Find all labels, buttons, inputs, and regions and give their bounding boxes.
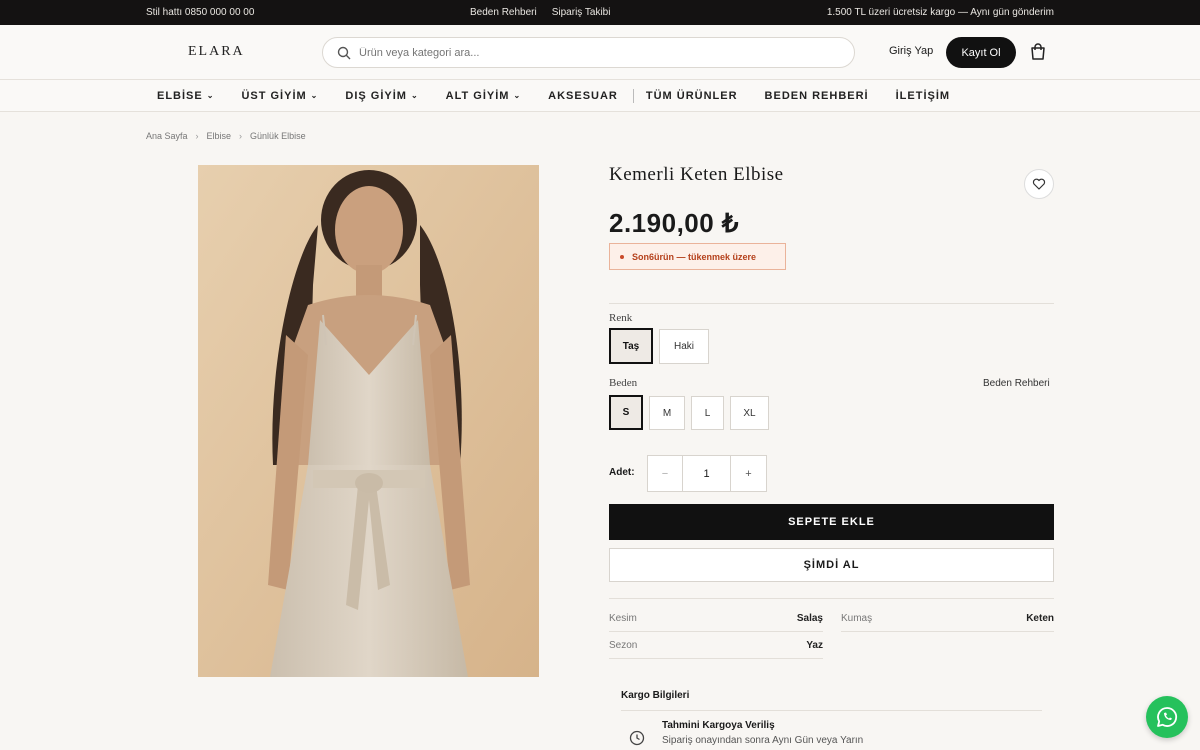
size-option-xl[interactable]: XL (730, 396, 769, 430)
size-option-s[interactable]: S (609, 395, 643, 430)
spec-row: Kesim Salaş (609, 606, 823, 632)
shipping-item-subtitle: Sipariş onayından sonra Aynı Gün veya Ya… (662, 735, 864, 746)
nav-item-tum-urunler[interactable]: TÜM ÜRÜNLER (646, 90, 738, 102)
heart-icon (1032, 178, 1046, 190)
whatsapp-icon (1157, 707, 1178, 727)
size-guide-link[interactable]: Beden Rehberi (983, 378, 1050, 389)
nav-label: AKSESUAR (548, 89, 618, 102)
logo[interactable]: ELARA (188, 44, 245, 60)
nav-item-iletisim[interactable]: İLETİŞİM (896, 90, 950, 102)
spec-value: Keten (1026, 613, 1054, 624)
divider (621, 710, 1042, 711)
size-option-l[interactable]: L (691, 396, 724, 430)
nav-item-aksesuar[interactable]: AKSESUAR (548, 90, 618, 102)
breadcrumb: Ana Sayfa › Elbise › Günlük Elbise (146, 131, 306, 141)
chevron-down-icon: ⌄ (310, 91, 319, 100)
color-label: Renk (609, 312, 633, 324)
quantity-label: Adet: (609, 467, 635, 478)
stock-suffix: ürün — tükenmek üzere (654, 251, 757, 262)
alert-dot-icon (620, 254, 624, 259)
product-title: Kemerli Keten Elbise (609, 164, 784, 185)
order-tracking-link[interactable]: Sipariş Takibi (552, 7, 611, 18)
stock-warning: Son 6 ürün — tükenmek üzere (609, 243, 786, 270)
nav-label: BEDEN REHBERİ (764, 89, 869, 102)
stock-prefix: Son (632, 251, 649, 262)
spec-value: Salaş (796, 613, 823, 624)
breadcrumb-category[interactable]: Elbise (207, 131, 232, 141)
spec-key: Kesim (609, 613, 637, 624)
chevron-down-icon: ⌄ (206, 91, 215, 100)
product-photo-illustration (198, 165, 539, 677)
nav-label: İLETİŞİM (895, 89, 951, 102)
divider (609, 598, 1054, 599)
quantity-increase-button[interactable]: + (731, 456, 766, 491)
main-nav: ELBİSE ⌄ ÜST GİYİM ⌄ DIŞ GİYİM ⌄ ALT GİYİM ⌄… (0, 80, 1200, 112)
quantity-stepper: − 1 + (647, 455, 767, 492)
size-guide-link[interactable]: Beden Rehberi (470, 7, 537, 18)
favorite-button[interactable] (1024, 169, 1054, 199)
color-option-haki[interactable]: Haki (659, 329, 709, 364)
shipping-item-title: Tahmini Kargoya Veriliş (662, 720, 775, 731)
top-links: Beden Rehberi Sipariş Takibi (470, 7, 610, 18)
nav-label: ÜST GİYİM (241, 89, 307, 102)
buy-now-button[interactable]: ŞİMDİ AL (609, 548, 1054, 582)
nav-divider (632, 88, 634, 103)
chevron-down-icon: ⌄ (410, 91, 419, 100)
top-bar: Stil hattı 0850 000 00 00 Beden Rehberi … (0, 0, 1200, 25)
breadcrumb-current: Günlük Elbise (250, 131, 306, 141)
shipping-title: Kargo Bilgileri (621, 690, 690, 701)
nav-label: DIŞ GİYİM (345, 89, 407, 102)
register-button[interactable]: Kayıt Ol (946, 37, 1016, 68)
size-option-m[interactable]: M (649, 396, 685, 430)
spec-value: Yaz (806, 640, 823, 651)
chevron-down-icon: ⌄ (513, 91, 522, 100)
quantity-value[interactable]: 1 (683, 456, 731, 491)
nav-item-alt-giyim[interactable]: ALT GİYİM ⌄ (446, 90, 522, 102)
nav-label: ALT GİYİM (445, 89, 510, 102)
product-image[interactable] (198, 165, 539, 677)
whatsapp-button[interactable] (1146, 696, 1188, 738)
clock-icon (629, 730, 645, 746)
add-to-cart-button[interactable]: SEPETE EKLE (609, 504, 1054, 540)
spec-row: Kumaş Keten (841, 606, 1054, 632)
cart-icon[interactable] (1028, 42, 1048, 62)
shipping-promo: 1.500 TL üzeri ücretsiz kargo — Aynı gün… (826, 7, 1054, 18)
quantity-decrease-button[interactable]: − (648, 456, 683, 491)
chevron-right-icon: › (239, 131, 243, 141)
divider (609, 303, 1054, 304)
site-header: ELARA Giriş Yap Kayıt Ol (0, 25, 1200, 80)
spec-key: Sezon (609, 640, 638, 651)
spec-key: Kumaş (841, 613, 873, 624)
chevron-right-icon: › (195, 131, 199, 141)
breadcrumb-home[interactable]: Ana Sayfa (146, 131, 188, 141)
search-input[interactable] (359, 46, 799, 59)
nav-item-beden-rehberi[interactable]: BEDEN REHBERİ (765, 90, 869, 102)
color-option-tas[interactable]: Taş (609, 328, 653, 364)
nav-item-dis-giyim[interactable]: DIŞ GİYİM ⌄ (345, 90, 418, 102)
nav-item-ust-giyim[interactable]: ÜST GİYİM ⌄ (241, 90, 318, 102)
nav-label: ELBİSE (157, 89, 203, 102)
spec-row: Sezon Yaz (609, 633, 823, 659)
search-icon (337, 46, 351, 59)
size-label: Beden (609, 377, 638, 389)
nav-item-elbise[interactable]: ELBİSE ⌄ (157, 90, 214, 102)
login-link[interactable]: Giriş Yap (889, 45, 933, 57)
search-box[interactable] (322, 37, 855, 68)
nav-label: TÜM ÜRÜNLER (645, 89, 738, 102)
product-price: 2.190,00 ₺ (609, 208, 739, 238)
